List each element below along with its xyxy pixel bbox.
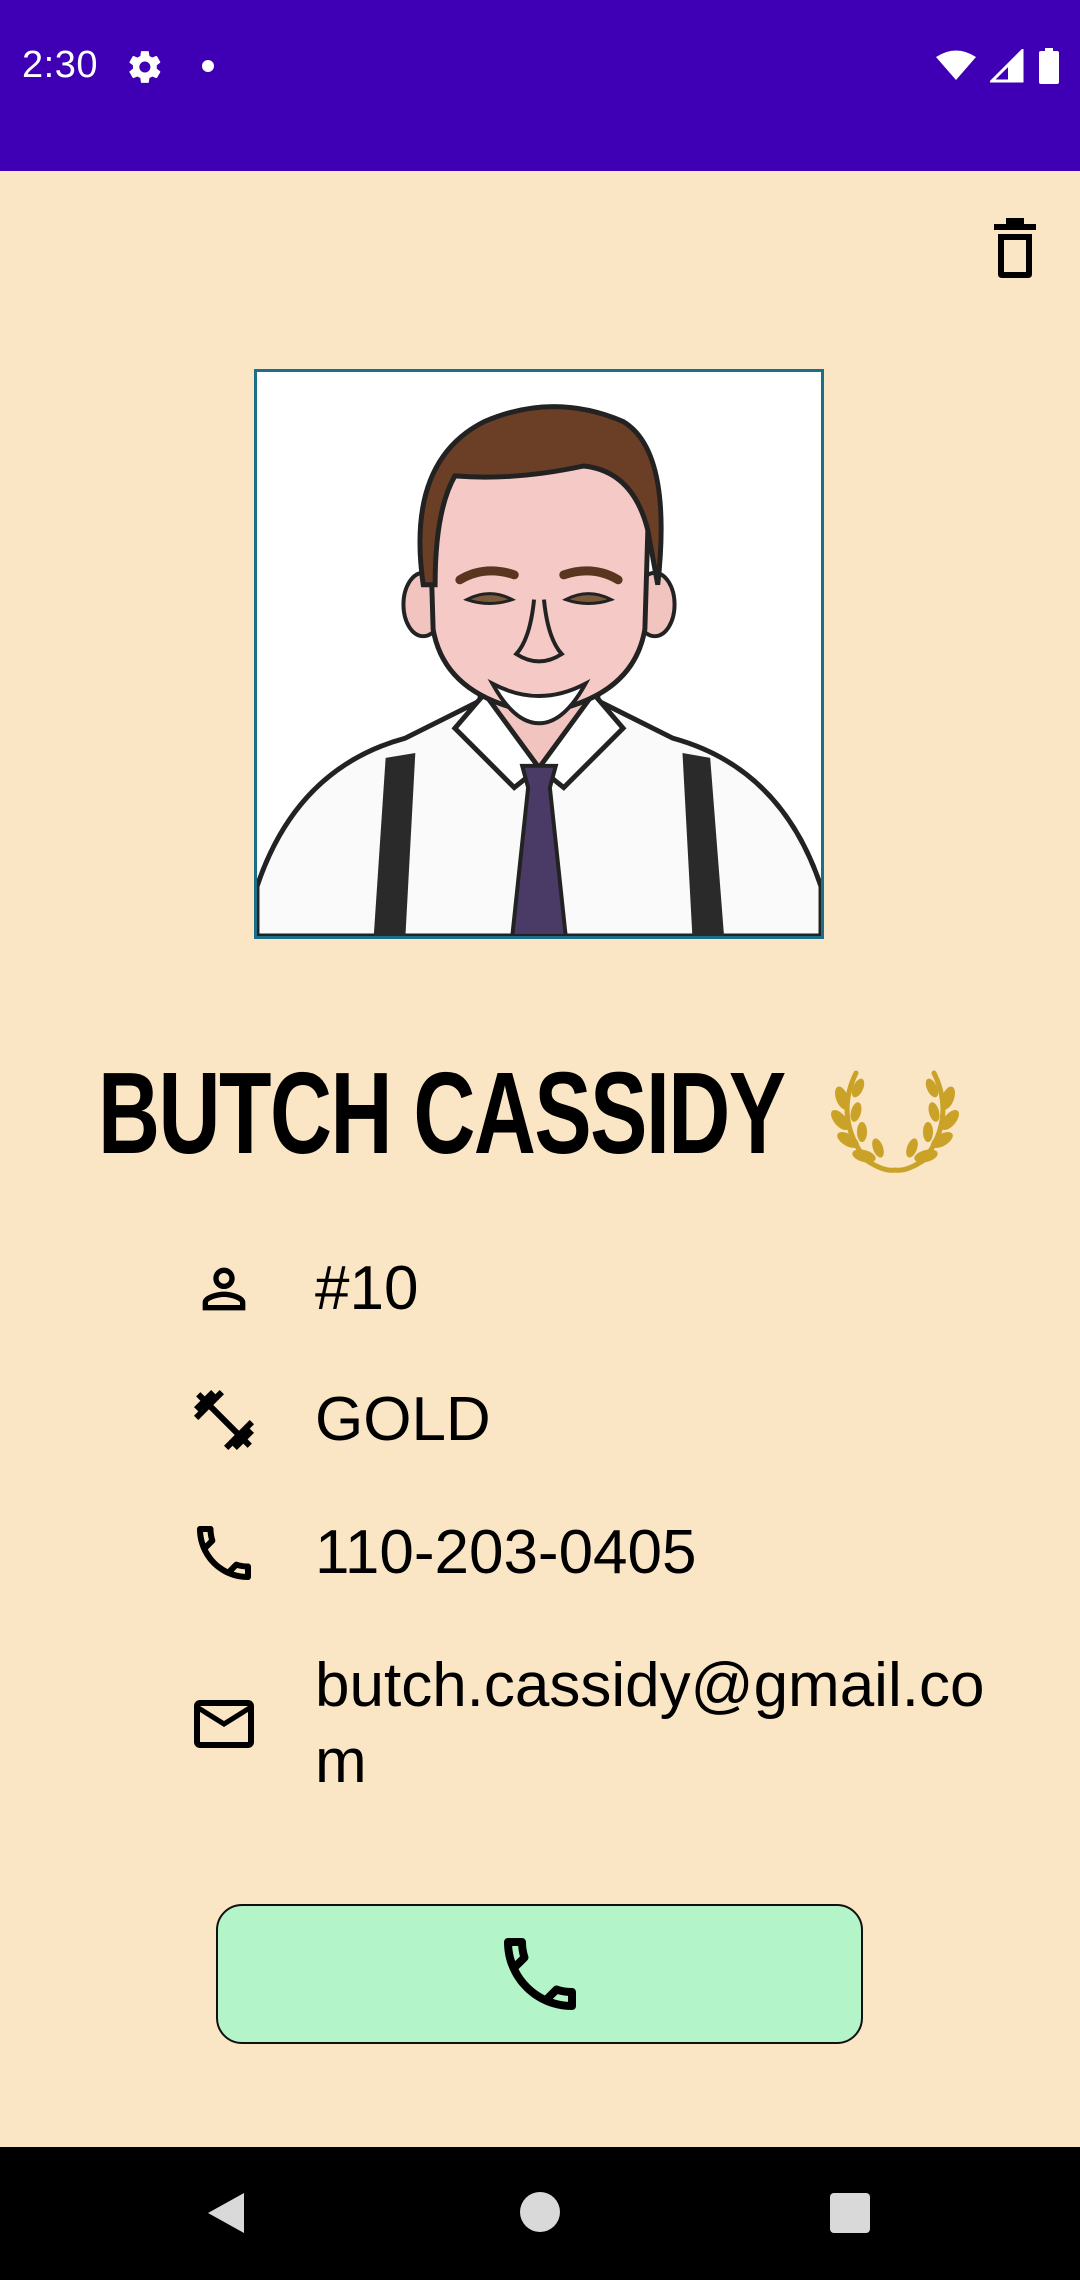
mail-icon [188,1688,260,1760]
membership-level-row: GOLD [188,1382,1008,1458]
wifi-icon [936,50,976,80]
email-address: butch.cassidy@gmail.com [315,1651,985,1796]
avatar-illustration [257,372,821,936]
person-icon [188,1253,260,1325]
phone-row: 110-203-0405 [188,1515,1008,1591]
signal-icon [990,49,1024,83]
notification-dot-icon [202,60,214,72]
call-button[interactable] [216,1904,863,2044]
email-row: butch.cassidy@gmail.com [188,1648,1008,1800]
phone-icon [188,1517,260,1589]
member-name: BUTCH CASSIDY [98,1048,786,1178]
trash-icon [994,218,1036,278]
profile-photo [254,369,824,939]
delete-button[interactable] [988,218,1042,278]
battery-icon [1039,48,1059,84]
dumbbell-icon [188,1384,260,1456]
status-time: 2:30 [22,44,98,86]
recents-icon[interactable] [830,2193,870,2233]
member-number: #10 [315,1254,419,1323]
membership-level: GOLD [315,1385,491,1454]
settings-icon [129,51,161,83]
back-icon[interactable] [206,2191,246,2235]
member-number-row: #10 [188,1251,1008,1327]
status-bar: 2:30 [0,0,1080,171]
laurel-wreath-icon [831,1070,959,1173]
navigation-bar [0,2147,1080,2280]
phone-number: 110-203-0405 [315,1518,697,1587]
status-indicators [936,46,1060,86]
home-icon[interactable] [520,2192,560,2232]
phone-icon [503,1938,576,2010]
